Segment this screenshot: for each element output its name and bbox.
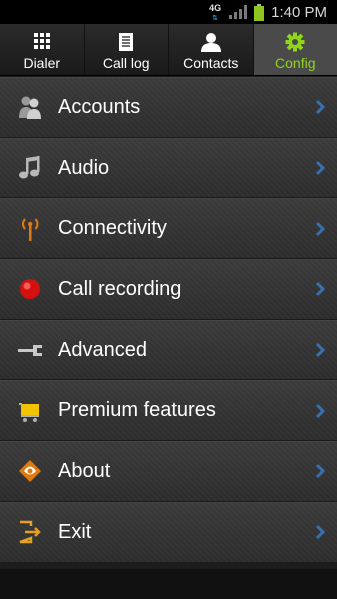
music-note-icon [16,154,44,182]
menu-item-call-recording[interactable]: Call recording [0,259,337,320]
menu-item-label: Connectivity [58,217,167,240]
tab-call-log-label: Call log [102,55,150,71]
tab-dialer-label: Dialer [23,55,61,71]
record-icon [16,275,44,303]
menu-item-connectivity[interactable]: Connectivity [0,198,337,260]
menu-item-premium-features[interactable]: Premium features [0,380,337,442]
chevron-right-icon [315,525,325,540]
contacts-icon [200,33,221,52]
chevron-right-icon [315,221,325,236]
bottom-area [0,569,337,599]
menu-item-label: About [58,459,111,482]
menu-item-accounts[interactable]: Accounts [0,77,337,138]
tab-call-log[interactable]: Call log [85,24,169,75]
dialpad-icon [33,33,50,49]
chevron-right-icon [315,403,325,418]
menu-item-about[interactable]: About [0,441,337,502]
antenna-icon [16,215,44,243]
menu-item-audio[interactable]: Audio [0,137,337,199]
tab-dialer[interactable]: Dialer [0,24,85,75]
network-type-label: 4G [209,3,222,13]
menu-item-label: Accounts [58,95,141,118]
exit-icon [16,518,44,546]
status-bar: 4G ⇅ 1:40 PM [0,0,337,24]
menu-item-label: Premium features [58,399,216,422]
accounts-icon [16,93,44,121]
signal-icon [229,5,248,19]
call-log-icon [119,33,134,51]
cart-icon [16,397,44,425]
menu-item-label: Call recording [58,277,182,300]
battery-icon [254,3,265,21]
menu-item-label: Audio [58,156,110,179]
clock: 1:40 PM [271,3,327,21]
tab-config[interactable]: Config [253,24,337,75]
menu-item-label: Exit [58,520,92,543]
info-icon [16,457,44,485]
chevron-right-icon [315,464,325,479]
network-4g-icon: 4G ⇅ [209,3,222,22]
menu-item-advanced[interactable]: Advanced [0,319,337,381]
gear-icon [285,32,305,52]
tab-bar: Dialer Call log Contacts Config [0,24,337,76]
chevron-right-icon [315,160,325,176]
chevron-right-icon [315,100,325,115]
config-menu: Accounts Audio Connectivity Call recordi… [0,77,337,563]
menu-item-exit[interactable]: Exit [0,501,337,563]
tab-contacts-label: Contacts [183,55,239,71]
menu-item-label: Advanced [58,338,147,361]
wrench-icon [16,336,44,364]
tab-contacts[interactable]: Contacts [169,24,254,75]
chevron-right-icon [315,343,325,358]
tab-config-label: Config [275,55,316,71]
chevron-right-icon [315,282,325,297]
